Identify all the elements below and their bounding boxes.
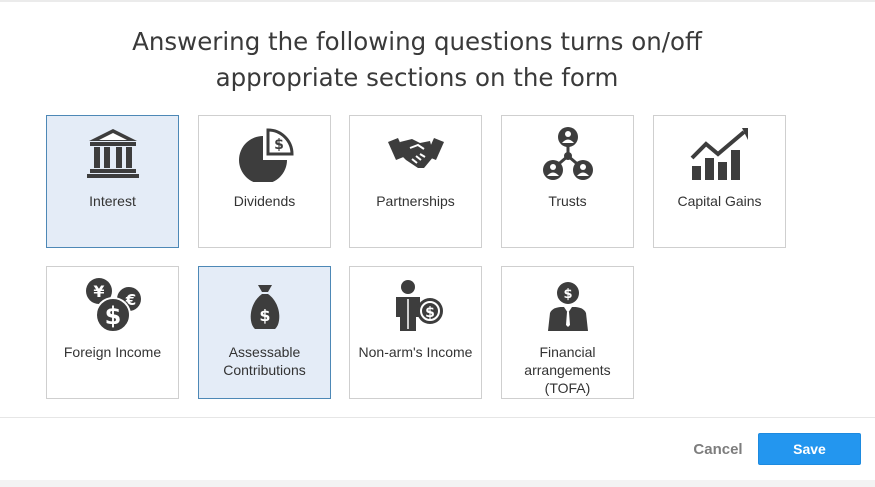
tile-assessable-contributions[interactable]: $ Assessable Contributions [198, 266, 331, 399]
tile-foreign-income[interactable]: ¥ € $ Foreign Income [46, 266, 179, 399]
people-network-icon [538, 126, 598, 182]
dialog-title-line2: appropriate sections on the form [215, 63, 619, 92]
tile-label: Partnerships [376, 193, 455, 209]
person-dollar-icon: $ [386, 277, 446, 333]
dialog-title-line1: Answering the following questions turns … [132, 27, 702, 56]
businessman-dollar-icon: $ [538, 277, 598, 333]
handshake-icon [386, 126, 446, 182]
tile-label: Interest [89, 193, 136, 209]
footer-divider [0, 417, 875, 418]
tile-label: Trusts [548, 193, 587, 209]
bank-icon [83, 126, 143, 182]
dialog-title: Answering the following questions turns … [0, 24, 834, 96]
tile-label: Non-arm's Income [358, 344, 473, 360]
svg-text:$: $ [274, 137, 284, 153]
tile-label: Dividends [233, 193, 296, 209]
growth-chart-icon [690, 126, 750, 182]
tile-non-arms-income[interactable]: $ Non-arm's Income [349, 266, 482, 399]
tile-partnerships[interactable]: Partnerships [349, 115, 482, 248]
bottom-border [0, 480, 875, 487]
tile-dividends[interactable]: $ Dividends [198, 115, 331, 248]
svg-text:¥: ¥ [93, 282, 104, 301]
pie-chart-dollar-icon: $ [235, 126, 295, 182]
tile-label: Financial arrangements (TOFA) [524, 344, 611, 396]
section-selector-dialog: Answering the following questions turns … [0, 0, 875, 487]
svg-text:€: € [125, 291, 136, 309]
save-button[interactable]: Save [758, 433, 861, 465]
svg-text:$: $ [105, 302, 122, 330]
tile-interest[interactable]: Interest [46, 115, 179, 248]
tile-label: Foreign Income [63, 344, 162, 360]
tile-capital-gains[interactable]: Capital Gains [653, 115, 786, 248]
svg-text:$: $ [563, 287, 572, 302]
tile-financial-arrangements[interactable]: $ Financial arrangements (TOFA) [501, 266, 634, 399]
tile-label: Assessable Contributions [223, 344, 306, 378]
top-divider [0, 0, 875, 2]
cancel-button[interactable]: Cancel [686, 433, 750, 465]
currency-coins-icon: ¥ € $ [83, 277, 143, 333]
tile-label: Capital Gains [677, 193, 762, 209]
svg-text:$: $ [259, 306, 270, 325]
tile-trusts[interactable]: Trusts [501, 115, 634, 248]
money-bag-icon: $ [235, 277, 295, 333]
svg-text:$: $ [425, 305, 435, 321]
